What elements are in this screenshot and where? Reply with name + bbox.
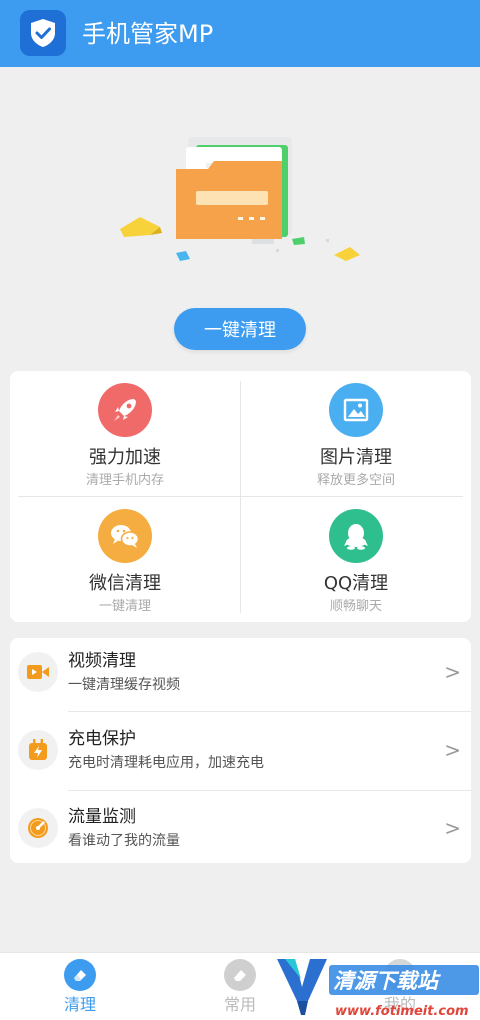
grid-item-title: QQ清理 [323,573,389,594]
chevron-right-icon: > [444,738,461,762]
grid-item-subtitle: 释放更多空间 [316,473,395,488]
video-icon [18,652,58,692]
wechat-icon [98,509,152,563]
qq-icon [329,509,383,563]
rocket-icon [98,383,152,437]
list-item-title: 充电保护 [68,729,136,749]
list-item-subtitle: 看谁动了我的流量 [68,833,180,849]
grid-item-boost[interactable]: 强力加速 清理手机内存 [10,371,240,496]
grid-item-title: 图片清理 [320,447,392,468]
chevron-right-icon: > [444,660,461,684]
watermark-name: 清源下载站 [333,969,441,993]
grid-item-images[interactable]: 图片清理 释放更多空间 [241,371,471,496]
list-item-charge-protect[interactable]: 充电保护 充电时清理耗电应用，加速充电 > [10,716,471,791]
grid-item-title: 强力加速 [89,447,161,468]
common-icon [224,959,256,991]
gauge-icon [18,808,58,848]
grid-item-subtitle: 清理手机内存 [85,473,164,488]
list-item-title: 视频清理 [68,651,136,671]
list-divider [68,790,471,791]
grid-item-subtitle: 顺畅聊天 [329,599,382,614]
list-item-video-clean[interactable]: 视频清理 一键清理缓存视频 > [10,638,471,713]
list-item-data-monitor[interactable]: 流量监测 看谁动了我的流量 > [10,794,471,869]
shield-icon [20,10,66,56]
feature-grid: 强力加速 清理手机内存 图片清理 释放更多空间 微信清理 一键清理 QQ清理 顺… [10,371,471,622]
list-item-subtitle: 充电时清理耗电应用，加速充电 [68,755,264,771]
tab-label: 常用 [223,995,256,1014]
app-title: 手机管家MP [82,20,214,48]
grid-item-qq[interactable]: QQ清理 顺畅聊天 [241,497,471,622]
list-item-subtitle: 一键清理缓存视频 [68,677,180,693]
image-icon [329,383,383,437]
tab-label: 清理 [63,995,96,1014]
eraser-icon [64,959,96,991]
watermark-url: www.fotimeit.com [335,1004,469,1019]
app-header: 手机管家MP [0,0,480,67]
tab-common[interactable]: 常用 [200,959,280,1019]
grid-item-title: 微信清理 [89,573,161,594]
list-divider [68,711,471,712]
grid-item-subtitle: 一键清理 [98,599,151,614]
chevron-right-icon: > [444,816,461,840]
grid-item-wechat[interactable]: 微信清理 一键清理 [10,497,240,622]
site-watermark: 清源下载站 www.fotimeit.com [275,955,480,1020]
one-click-clean-button[interactable]: 一键清理 [174,308,306,350]
feature-list: 视频清理 一键清理缓存视频 > 充电保护 充电时清理耗电应用，加速充电 > 流量… [10,638,471,863]
battery-icon [18,730,58,770]
list-item-title: 流量监测 [68,807,136,827]
tab-clean[interactable]: 清理 [40,959,120,1019]
